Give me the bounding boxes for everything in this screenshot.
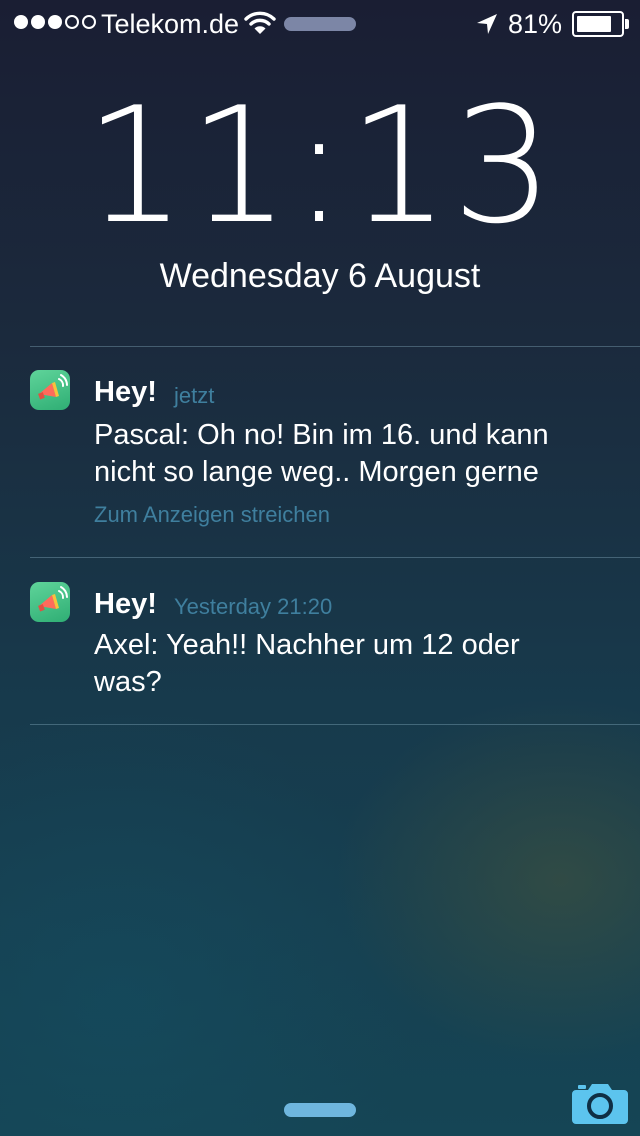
signal-dot — [31, 15, 45, 29]
notification-title: Hey! — [94, 588, 157, 620]
lock-screen-clock: 11:13 — [84, 72, 556, 259]
camera-icon[interactable] — [572, 1080, 628, 1124]
notification-body: Pascal: Oh no! Bin im 16. und kann nicht… — [94, 417, 614, 491]
signal-strength-icon — [14, 15, 96, 29]
signal-dot — [14, 15, 28, 29]
signal-dot — [48, 15, 62, 29]
signal-dot-empty — [82, 15, 96, 29]
notification-divider — [30, 557, 640, 558]
notification-divider — [30, 346, 640, 347]
notification-body-line: Axel: Yeah!! Nachher um 12 oder — [94, 629, 520, 661]
notification-body-line: Pascal: Oh no! Bin im 16. und kann — [94, 419, 549, 451]
megaphone-app-icon — [30, 370, 70, 410]
notification-time: Yesterday 21:20 — [174, 594, 333, 619]
swipe-to-view-hint: Zum Anzeigen streichen — [94, 502, 331, 527]
location-arrow-icon — [477, 14, 497, 34]
notification-body: Axel: Yeah!! Nachher um 12 oder was? — [94, 627, 614, 701]
status-bar: Telekom.de 81% — [0, 0, 640, 48]
notification-title: Hey! — [94, 376, 157, 408]
carrier-name: Telekom.de — [101, 9, 240, 39]
lock-screen-date: Wednesday 6 August — [159, 257, 481, 295]
battery-body — [572, 11, 624, 37]
notification-divider — [30, 724, 640, 725]
notification-time: jetzt — [174, 383, 215, 408]
battery-icon — [572, 11, 630, 37]
notification-body-line: was? — [94, 666, 162, 698]
battery-nub — [625, 19, 629, 29]
status-indicator-pill — [284, 17, 356, 31]
notification-body-line: nicht so lange weg.. Morgen gerne — [94, 456, 539, 488]
battery-fill — [577, 16, 612, 32]
wifi-icon — [244, 11, 276, 34]
signal-dot-empty — [65, 15, 79, 29]
grabber-handle[interactable] — [284, 1103, 356, 1117]
battery-percentage: 81% — [508, 9, 563, 39]
megaphone-app-icon — [30, 582, 70, 622]
